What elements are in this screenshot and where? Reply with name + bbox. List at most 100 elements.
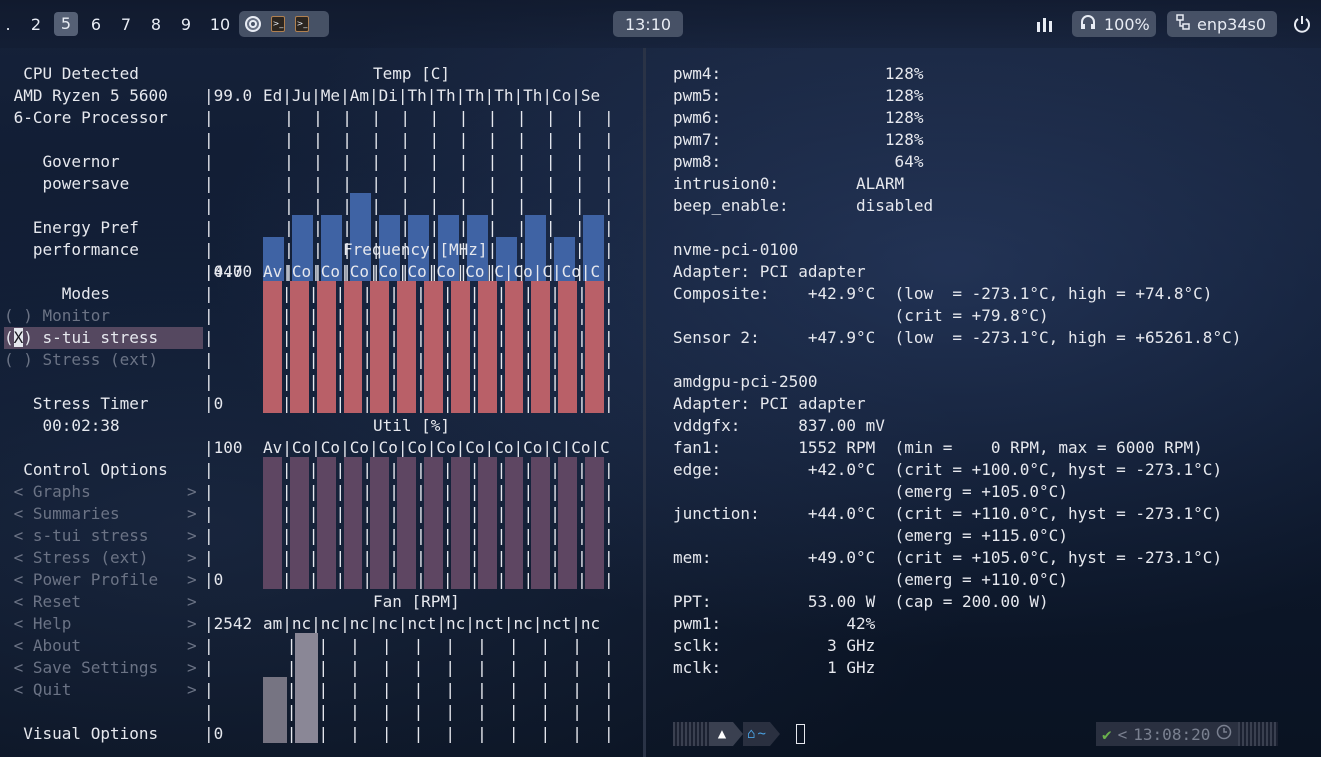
menu-option[interactable]: < Power Profile > xyxy=(4,569,204,591)
graph-column-separator: | xyxy=(413,680,424,699)
sensor-line: (emerg = +110.0°C) xyxy=(673,570,1068,589)
graph-column-separator: | xyxy=(604,482,614,501)
menu-option[interactable]: < Reset > xyxy=(4,591,204,613)
mode-option[interactable]: ( ) Monitor xyxy=(4,305,204,327)
graph-bar xyxy=(585,281,604,413)
audio-bars-icon[interactable] xyxy=(1036,16,1054,32)
terminal-app-icon[interactable]: >_ xyxy=(271,16,285,32)
graph-bar xyxy=(424,457,443,589)
power-icon[interactable] xyxy=(1292,14,1312,38)
shell-prompt: ▲ ⌂ ~ xyxy=(673,722,805,746)
graph-axis: | xyxy=(204,174,214,193)
graph-bar xyxy=(450,457,470,589)
sidebar-text: powersave xyxy=(4,174,130,193)
menu-option[interactable]: < Summaries > xyxy=(4,503,204,525)
workspace-6[interactable]: 6 xyxy=(84,15,108,34)
graph-column-separator: | xyxy=(477,680,487,699)
graph-column-separator: | xyxy=(574,174,585,193)
graph-series-labels: Ed|Ju|Me|Am|Di|Th|Th|Th|Th|Th|Co|Se xyxy=(263,86,601,105)
pane-divider[interactable] xyxy=(643,48,646,757)
graph-column-separator: | xyxy=(508,702,519,721)
menu-option[interactable]: < Quit > xyxy=(4,679,204,701)
workspace-10[interactable]: 10 xyxy=(206,15,234,34)
graph-series-labels: Av|Co|Co|Co|Co|Co|Co|Co|Co|Co|C|Co|C xyxy=(263,438,610,457)
graph-column-separator: | xyxy=(604,174,614,193)
workspace-9[interactable]: 9 xyxy=(174,15,198,34)
graph-column-separator: | xyxy=(604,526,614,545)
graph-column-separator: | xyxy=(604,328,614,347)
workspace-7[interactable]: 7 xyxy=(114,15,138,34)
sidebar-text: Governor xyxy=(4,152,120,171)
graph-column-separator: | xyxy=(604,350,614,369)
graph-column-separator: | xyxy=(508,636,519,655)
graph-axis: | xyxy=(204,680,214,699)
workspace-overflow[interactable]: . xyxy=(0,15,20,34)
graph-column-separator: | xyxy=(318,658,329,677)
graph-axis: | xyxy=(204,548,214,567)
graph-bar xyxy=(585,457,604,589)
graph-bar xyxy=(477,281,497,413)
sensor-line: intrusion0: ALARM xyxy=(673,174,905,193)
graph-bar xyxy=(370,281,390,413)
graph-bar xyxy=(343,281,363,413)
graph-column-separator: | xyxy=(572,680,582,699)
workspace-8[interactable]: 8 xyxy=(144,15,168,34)
graph-max-label: |2542 xyxy=(204,614,253,633)
graph-column-separator: | xyxy=(604,108,614,127)
graph-axis: | xyxy=(204,504,214,523)
sensor-line: (crit = +79.8°C) xyxy=(673,306,1049,325)
graph-column-separator: | xyxy=(445,658,455,677)
workspace-2[interactable]: 2 xyxy=(24,15,48,34)
graph-axis: | xyxy=(204,350,214,369)
menu-option[interactable]: < Save Settings > xyxy=(4,657,204,679)
menu-option[interactable]: < Help > xyxy=(4,613,204,635)
success-check-icon: ✔ xyxy=(1102,724,1112,744)
graph-series-labels: Av|Co|Co|Co|Co|Co|Co|Co|C|Co|C|Co|C xyxy=(263,262,601,281)
graph-column-separator: | xyxy=(604,218,614,237)
right-prompt: ✔ < 13:08:20 xyxy=(1096,722,1279,746)
volume-indicator[interactable]: 100% xyxy=(1072,11,1156,37)
graph-column-separator: | xyxy=(574,152,585,171)
graph-column-separator: | xyxy=(604,570,614,589)
graph-column-separator: | xyxy=(545,218,556,237)
graph-column-separator: | xyxy=(458,108,469,127)
graph-max-label: |99.0 xyxy=(204,86,253,105)
sensor-line: mem: +49.0°C (crit = +105.0°C, hyst = -2… xyxy=(673,548,1223,567)
sensor-line: Composite: +42.9°C (low = -273.1°C, high… xyxy=(673,284,1213,303)
graph-column-separator: | xyxy=(371,196,381,215)
sidebar-text xyxy=(4,261,204,283)
menu-option[interactable]: < s-tui stress > xyxy=(4,525,204,547)
graph-min-label: |0 xyxy=(204,724,224,743)
terminal-app-icon[interactable]: >_ xyxy=(295,16,309,32)
graph-column-separator: | xyxy=(413,636,424,655)
graph-column-separator: | xyxy=(413,702,424,721)
graph-column-separator: | xyxy=(313,174,323,193)
graph-bar xyxy=(531,457,551,589)
graph-column-separator: | xyxy=(381,636,392,655)
graph-column-separator: | xyxy=(350,724,360,743)
network-indicator[interactable]: enp34s0 xyxy=(1167,11,1277,37)
clock[interactable]: 13:10 xyxy=(613,11,683,37)
sidebar-text: CPU Detected xyxy=(4,64,159,83)
graph-column-separator: | xyxy=(342,108,352,127)
menu-option[interactable]: < About > xyxy=(4,635,204,657)
mode-option[interactable]: ( ) Stress (ext) xyxy=(4,349,204,371)
menu-option[interactable]: < Graphs > xyxy=(4,481,204,503)
graph-column-separator: | xyxy=(445,636,455,655)
graph-column-separator: | xyxy=(604,262,614,281)
menu-option[interactable]: < Stress (ext) > xyxy=(4,547,204,569)
sensor-line: edge: +42.0°C (crit = +100.0°C, hyst = -… xyxy=(673,460,1223,479)
graph-axis: | xyxy=(204,482,214,501)
tray-apps: >_ >_ xyxy=(239,11,329,37)
graph-column-separator: | xyxy=(508,658,519,677)
graph-column-separator: | xyxy=(381,680,392,699)
graph-bar xyxy=(289,281,309,413)
spiral-app-icon[interactable] xyxy=(245,16,261,32)
graph-axis: | xyxy=(204,702,214,721)
stui-sidebar: CPU Detected AMD Ryzen 5 5600 6-Core Pro… xyxy=(4,63,204,745)
graph-column-separator: | xyxy=(413,724,424,743)
mode-option[interactable]: (X) s-tui stress xyxy=(4,327,204,349)
text-cursor[interactable] xyxy=(795,724,805,744)
workspace-5[interactable]: 5 xyxy=(54,12,78,36)
graph-column-separator: | xyxy=(604,504,614,523)
